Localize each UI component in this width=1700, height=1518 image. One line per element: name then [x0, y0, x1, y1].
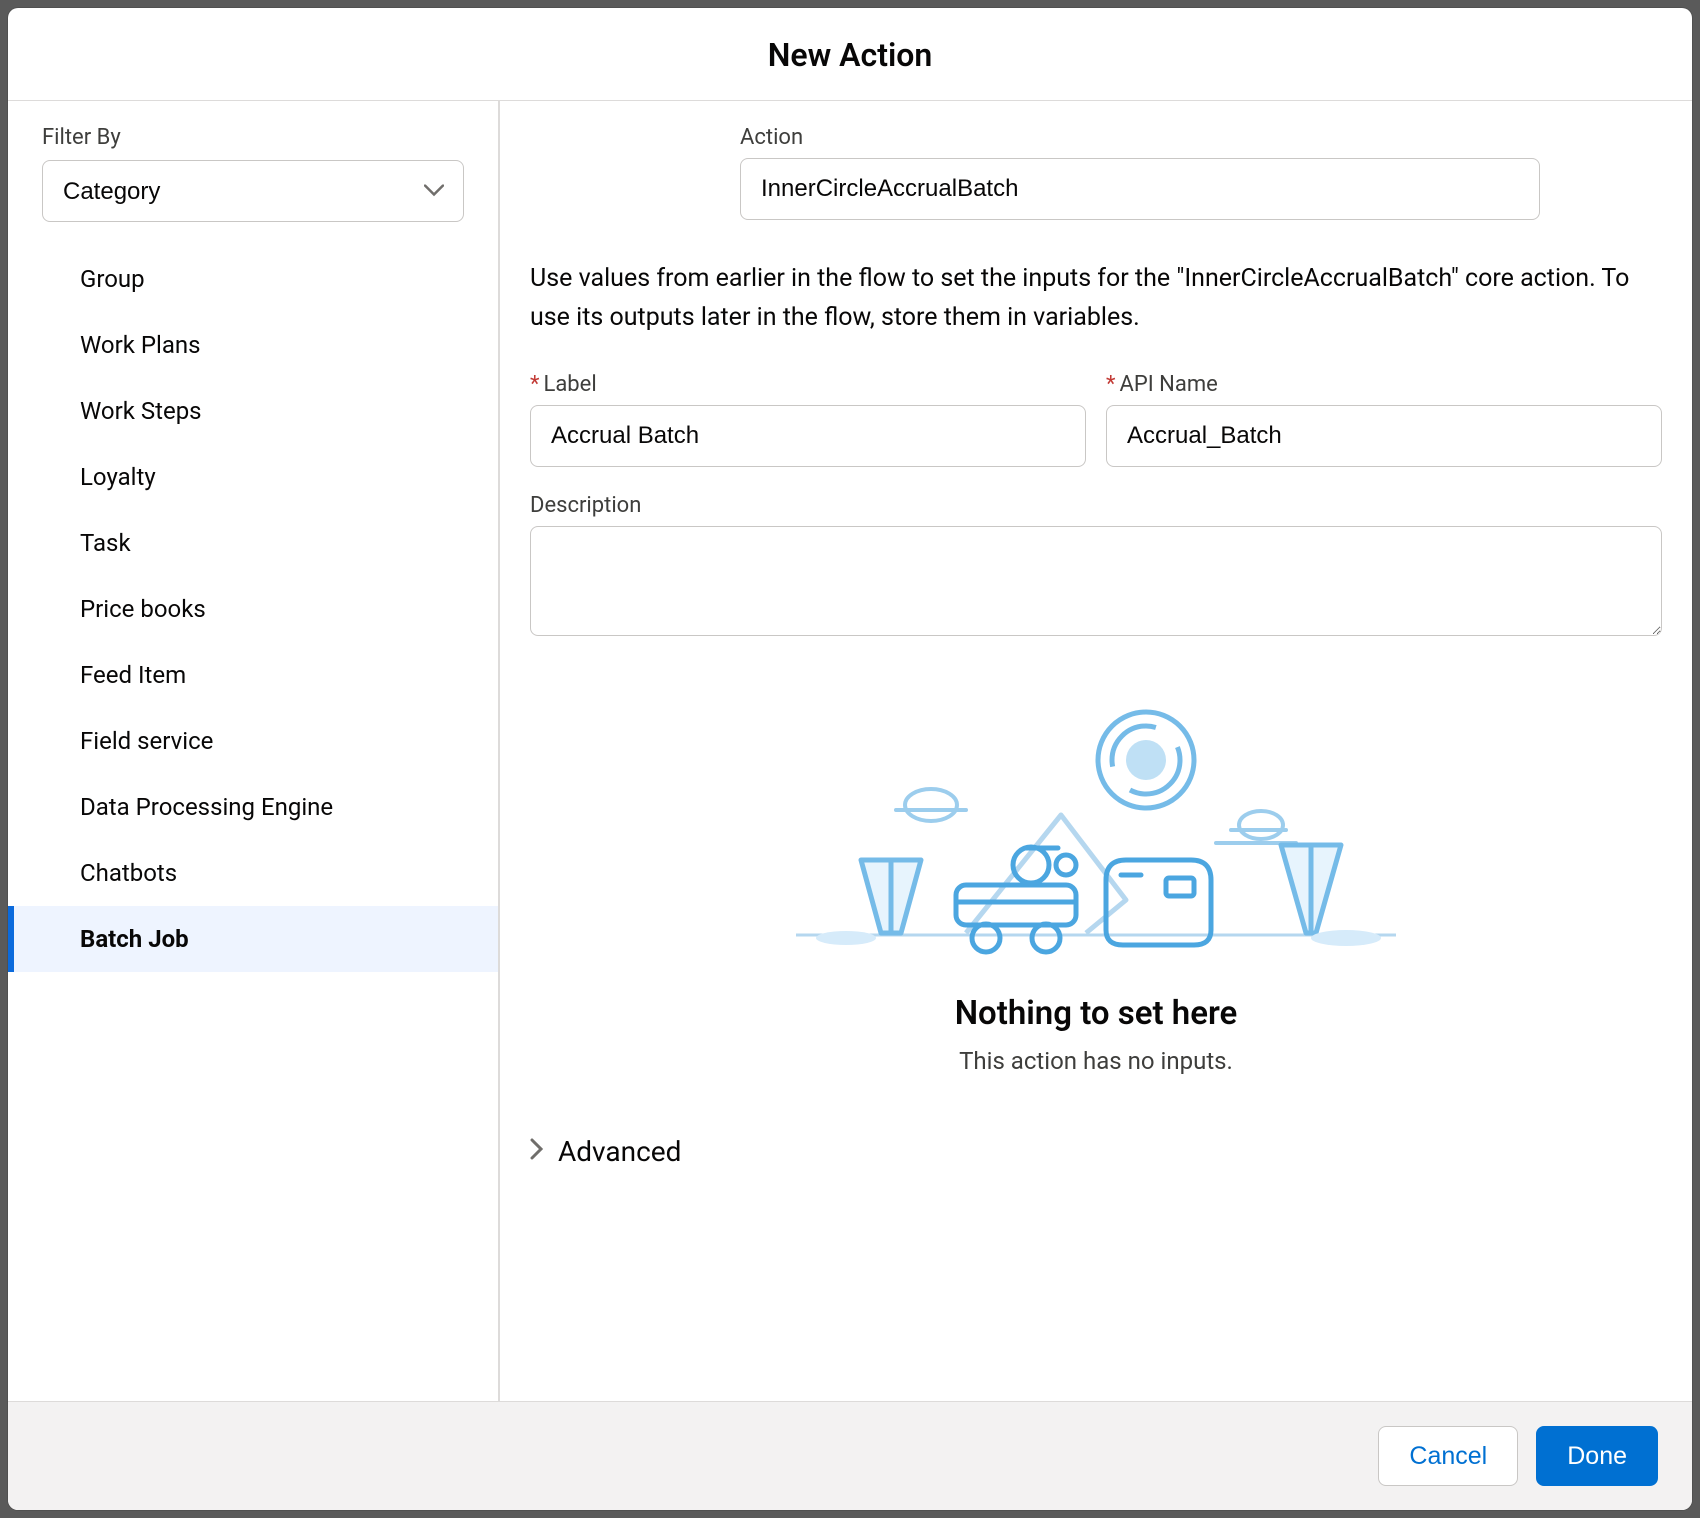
- cancel-button[interactable]: Cancel: [1378, 1426, 1518, 1486]
- description-field-block: Description: [530, 493, 1662, 640]
- category-item-data-processing-engine[interactable]: Data Processing Engine: [8, 774, 498, 840]
- main-panel: Action Use values from earlier in the fl…: [500, 101, 1692, 1401]
- description-label: Description: [530, 493, 1662, 518]
- filter-by-label: Filter By: [8, 125, 498, 160]
- done-button[interactable]: Done: [1536, 1426, 1658, 1486]
- apiname-field-label: *API Name: [1106, 372, 1662, 397]
- modal-header: New Action: [8, 8, 1692, 101]
- category-item-group[interactable]: Group: [8, 246, 498, 312]
- category-item-work-plans[interactable]: Work Plans: [8, 312, 498, 378]
- chevron-right-icon: [530, 1138, 544, 1164]
- instruction-text: Use values from earlier in the flow to s…: [530, 260, 1662, 338]
- category-item-chatbots[interactable]: Chatbots: [8, 840, 498, 906]
- new-action-modal: New Action Filter By Category Group Work…: [8, 8, 1692, 1510]
- category-list: Group Work Plans Work Steps Loyalty Task…: [8, 246, 498, 972]
- category-item-task[interactable]: Task: [8, 510, 498, 576]
- empty-title: Nothing to set here: [776, 994, 1416, 1033]
- modal-footer: Cancel Done: [8, 1401, 1692, 1510]
- modal-title: New Action: [8, 36, 1692, 74]
- label-input[interactable]: [530, 405, 1086, 467]
- description-input[interactable]: [530, 526, 1662, 636]
- filter-select[interactable]: Category: [42, 160, 464, 222]
- action-label: Action: [740, 125, 1540, 150]
- empty-subtitle: This action has no inputs.: [776, 1047, 1416, 1075]
- action-input[interactable]: [740, 158, 1540, 220]
- modal-body: Filter By Category Group Work Plans Work…: [8, 101, 1692, 1401]
- empty-state: Nothing to set here This action has no i…: [776, 680, 1416, 1075]
- category-item-field-service[interactable]: Field service: [8, 708, 498, 774]
- label-field-label: *Label: [530, 372, 1086, 397]
- action-field-block: Action: [740, 125, 1540, 220]
- category-item-feed-item[interactable]: Feed Item: [8, 642, 498, 708]
- label-field-block: *Label: [530, 372, 1086, 467]
- empty-illustration-icon: [776, 680, 1416, 964]
- advanced-toggle[interactable]: Advanced: [530, 1135, 1662, 1168]
- advanced-label: Advanced: [558, 1135, 681, 1168]
- category-item-batch-job[interactable]: Batch Job: [8, 906, 498, 972]
- apiname-input[interactable]: [1106, 405, 1662, 467]
- apiname-field-block: *API Name: [1106, 372, 1662, 467]
- category-item-work-steps[interactable]: Work Steps: [8, 378, 498, 444]
- category-item-loyalty[interactable]: Loyalty: [8, 444, 498, 510]
- category-item-price-books[interactable]: Price books: [8, 576, 498, 642]
- label-apiname-row: *Label *API Name: [530, 372, 1662, 467]
- sidebar: Filter By Category Group Work Plans Work…: [8, 101, 500, 1401]
- filter-select-wrap: Category: [42, 160, 464, 222]
